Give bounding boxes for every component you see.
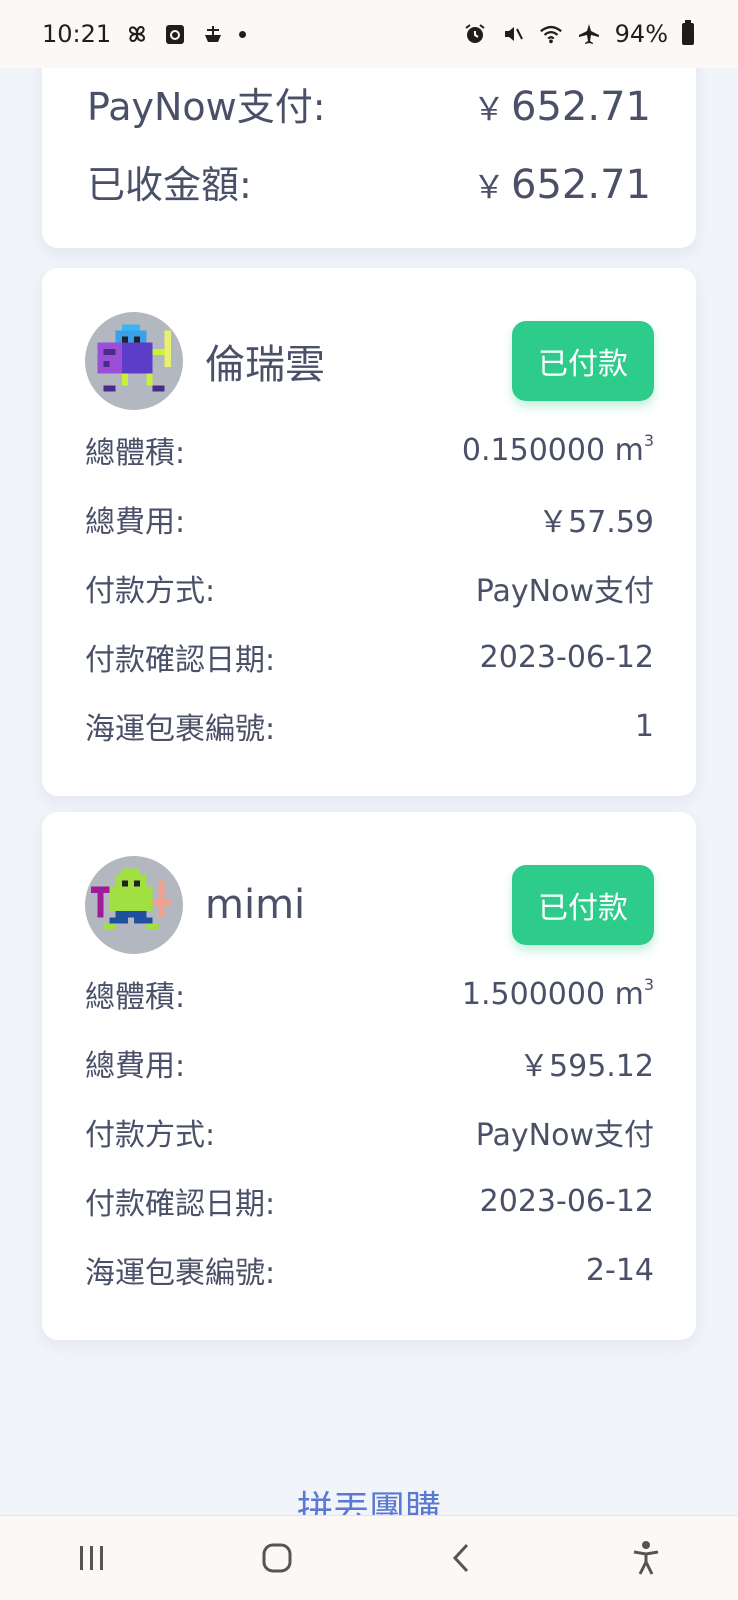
member-name: 倫瑞雲: [205, 342, 325, 388]
airplane-icon: [577, 22, 601, 46]
pixel-knight-avatar-icon[interactable]: [85, 312, 183, 410]
pixel-goblin-avatar-icon[interactable]: [85, 856, 183, 954]
payment-date-value: 2023-06-12: [479, 639, 654, 675]
alarm-icon: [463, 22, 487, 46]
member-card: 倫瑞雲 已付款 總體積: 0.150000 m3 總費用: ￥57.59 付款方…: [42, 268, 696, 796]
payment-method-label: 付款方式:: [85, 1118, 216, 1153]
parcel-number-value: 2-14: [585, 1252, 654, 1288]
clock: 10:21: [42, 20, 112, 48]
payment-date-label: 付款確認日期:: [85, 643, 276, 678]
payment-date-row: 付款確認日期: 2023-06-12: [85, 1179, 654, 1223]
paid-status-badge[interactable]: 已付款: [512, 865, 654, 945]
paynow-total-label: PayNow支付:: [87, 85, 326, 129]
back-icon[interactable]: [431, 1528, 491, 1588]
volume-value: 1.500000 m3: [461, 974, 654, 1012]
ship-icon: [201, 22, 225, 46]
received-total-label: 已收金額:: [87, 163, 252, 207]
payment-method-value: PayNow支付: [475, 1118, 654, 1153]
battery-percent: 94%: [614, 20, 668, 48]
parcel-number-value: 1: [634, 708, 654, 744]
status-left: 10:21: [42, 20, 247, 48]
parcel-number-row: 海運包裹編號: 2-14: [85, 1248, 654, 1292]
payment-method-row: 付款方式: PayNow支付: [85, 566, 654, 610]
vibrate-mute-icon: [501, 22, 525, 46]
paynow-total-row: PayNow支付: ￥ 652.71: [87, 76, 651, 131]
paid-status-badge[interactable]: 已付款: [512, 321, 654, 401]
payment-method-value: PayNow支付: [475, 574, 654, 609]
volume-row: 總體積: 1.500000 m3: [85, 972, 654, 1016]
system-nav-bar: [0, 1515, 738, 1600]
parcel-number-row: 海運包裹編號: 1: [85, 704, 654, 748]
fee-label: 總費用:: [85, 1049, 186, 1084]
fee-row: 總費用: ￥595.12: [85, 1041, 654, 1085]
scroll-content[interactable]: PayNow支付: ￥ 652.71 已收金額: ￥ 652.71 倫瑞雲 已付…: [0, 0, 738, 1515]
recent-apps-icon[interactable]: [62, 1528, 122, 1588]
payment-date-value: 2023-06-12: [479, 1183, 654, 1219]
accessibility-icon[interactable]: [616, 1528, 676, 1588]
fee-value: ￥57.59: [538, 505, 654, 540]
fee-value: ￥595.12: [519, 1049, 654, 1084]
volume-label: 總體積:: [85, 980, 186, 1015]
received-total-row: 已收金額: ￥ 652.71: [87, 154, 651, 209]
pinwheel-icon: [125, 22, 149, 46]
volume-label: 總體積:: [85, 436, 186, 471]
calendar-app-icon: [163, 22, 187, 46]
member-card: mimi 已付款 總體積: 1.500000 m3 總費用: ￥595.12 付…: [42, 812, 696, 1340]
group-buy-link[interactable]: 拼丟團購: [0, 1480, 738, 1515]
payment-date-row: 付款確認日期: 2023-06-12: [85, 635, 654, 679]
parcel-number-label: 海運包裹編號:: [85, 1256, 276, 1291]
fee-row: 總費用: ￥57.59: [85, 497, 654, 541]
parcel-number-label: 海運包裹編號:: [85, 712, 276, 747]
fee-label: 總費用:: [85, 505, 186, 540]
member-name: mimi: [205, 882, 306, 928]
member-header: mimi 已付款: [85, 856, 654, 954]
paynow-total-value: ￥ 652.71: [473, 84, 651, 130]
home-icon[interactable]: [247, 1528, 307, 1588]
payment-date-label: 付款確認日期:: [85, 1187, 276, 1222]
status-bar: 10:21 94%: [0, 0, 738, 68]
battery-icon: [682, 20, 694, 45]
payment-method-row: 付款方式: PayNow支付: [85, 1110, 654, 1154]
received-total-value: ￥ 652.71: [473, 162, 651, 208]
wifi-icon: [539, 22, 563, 46]
volume-value: 0.150000 m3: [461, 430, 654, 468]
member-header: 倫瑞雲 已付款: [85, 312, 654, 410]
volume-row: 總體積: 0.150000 m3: [85, 428, 654, 472]
notification-dot: [239, 30, 247, 38]
payment-method-label: 付款方式:: [85, 574, 216, 609]
status-right: 94%: [463, 20, 694, 48]
